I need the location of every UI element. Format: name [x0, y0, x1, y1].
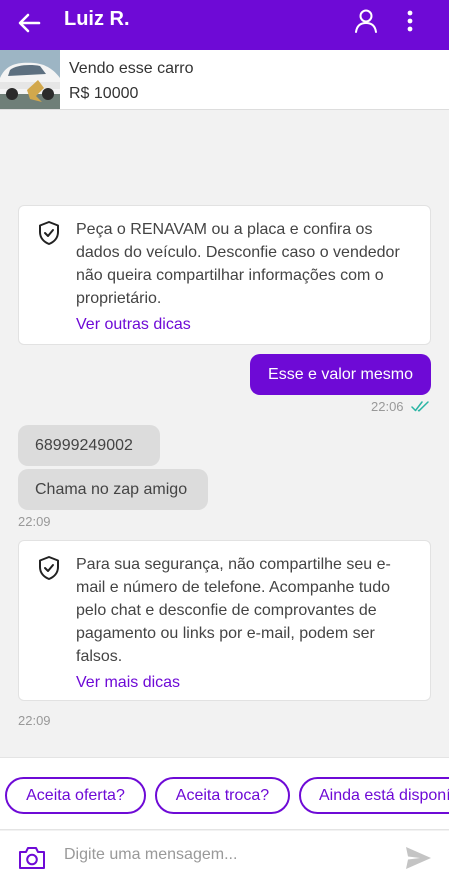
quick-reply-chip[interactable]: Ainda está disponível?	[299, 777, 449, 814]
camera-icon[interactable]	[17, 845, 47, 871]
quick-reply-chip[interactable]: Aceita troca?	[155, 777, 290, 814]
chat-header: Luiz R.	[0, 0, 449, 50]
safety-tip-card: Peça o RENAVAM ou a placa e confira os d…	[18, 205, 431, 345]
outgoing-message: Esse e valor mesmo	[250, 354, 431, 395]
message-time: 22:09	[18, 713, 51, 728]
quick-replies: Aceita oferta? Aceita troca? Ainda está …	[0, 757, 449, 830]
contact-name[interactable]: Luiz R.	[64, 8, 130, 30]
shield-check-icon	[39, 221, 59, 245]
product-price: R$ 10000	[69, 85, 139, 102]
incoming-message: 68999249002	[18, 425, 160, 466]
message-time: 22:06	[371, 399, 404, 414]
read-receipt-icon	[411, 401, 429, 412]
more-tips-link[interactable]: Ver mais dicas	[76, 674, 180, 692]
safety-tip-card: Para sua segurança, não compartilhe seu …	[18, 540, 431, 701]
product-name: Vendo esse carro	[69, 60, 194, 77]
more-vertical-icon[interactable]	[400, 8, 420, 34]
shield-check-icon	[39, 556, 59, 580]
message-composer	[0, 831, 449, 879]
user-icon[interactable]	[352, 6, 380, 34]
safety-tip-text: Peça o RENAVAM ou a placa e confira os d…	[76, 221, 400, 307]
safety-tip-text: Para sua segurança, não compartilhe seu …	[76, 556, 391, 665]
more-tips-link[interactable]: Ver outras dicas	[76, 316, 191, 334]
message-input[interactable]	[64, 839, 384, 871]
arrow-left-icon[interactable]	[14, 8, 44, 38]
product-card[interactable]: Vendo esse carro R$ 10000	[0, 50, 449, 110]
message-time: 22:09	[18, 514, 51, 529]
quick-reply-chip[interactable]: Aceita oferta?	[5, 777, 146, 814]
send-icon[interactable]	[404, 845, 432, 871]
product-thumbnail	[0, 50, 60, 109]
incoming-message: Chama no zap amigo	[18, 469, 208, 510]
